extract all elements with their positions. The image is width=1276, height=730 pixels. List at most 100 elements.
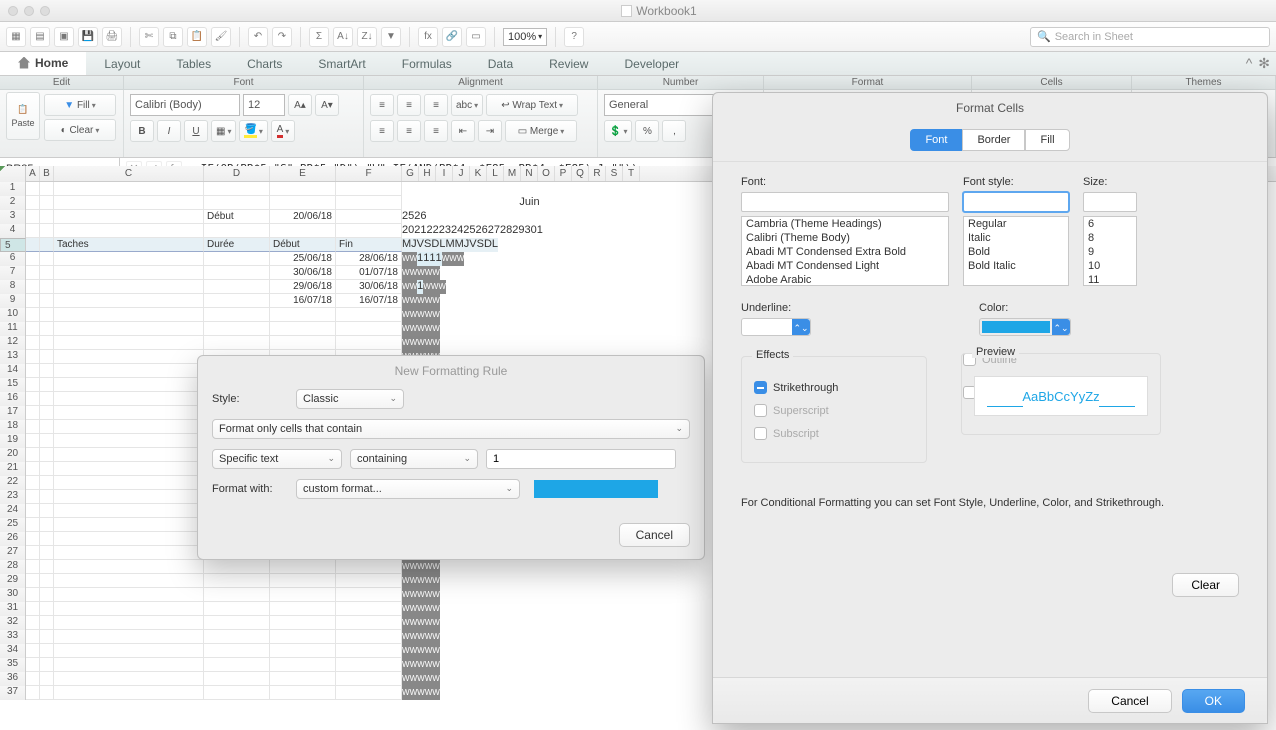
cell[interactable]	[336, 336, 402, 350]
cell[interactable]: Début	[204, 210, 270, 224]
search-input[interactable]: 🔍 Search in Sheet	[1030, 27, 1270, 47]
cell[interactable]	[336, 644, 402, 658]
cell[interactable]	[26, 406, 40, 420]
gantt-cell[interactable]	[432, 322, 440, 336]
fontstyle-list[interactable]: RegularItalicBoldBold Italic	[963, 216, 1069, 286]
indent-inc-button[interactable]: ⇥	[478, 120, 502, 142]
col-C[interactable]: C	[54, 166, 204, 181]
condition-value-input[interactable]	[486, 449, 676, 469]
cell[interactable]	[40, 308, 54, 322]
cell[interactable]	[26, 182, 40, 196]
gantt-cell[interactable]: S	[424, 238, 431, 252]
gantt-cell[interactable]	[432, 588, 440, 602]
cell[interactable]	[26, 532, 40, 546]
gantt-cell[interactable]	[425, 602, 433, 616]
row-head[interactable]: 13	[0, 350, 26, 364]
cell[interactable]: 29/06/18	[270, 280, 336, 294]
paste-button[interactable]: 📋Paste	[6, 92, 40, 140]
cell[interactable]	[204, 574, 270, 588]
clear-button[interactable]: Clear	[1172, 573, 1239, 597]
gantt-cell[interactable]	[410, 616, 418, 630]
cell[interactable]	[54, 280, 204, 294]
gantt-cell[interactable]	[402, 686, 410, 700]
copy-icon[interactable]: ⧉	[163, 27, 183, 47]
cell[interactable]	[204, 686, 270, 700]
cell[interactable]	[54, 196, 204, 210]
cell[interactable]	[54, 462, 204, 476]
hyper-icon[interactable]: 🔗	[442, 27, 462, 47]
gantt-cell[interactable]	[402, 616, 410, 630]
cell[interactable]	[54, 378, 204, 392]
gantt-cell[interactable]	[425, 686, 433, 700]
col-D[interactable]: D	[204, 166, 270, 181]
cell[interactable]	[336, 560, 402, 574]
shrink-font-button[interactable]: A▾	[315, 94, 339, 116]
cell[interactable]	[204, 294, 270, 308]
row-head[interactable]: 11	[0, 322, 26, 336]
cell[interactable]	[54, 574, 204, 588]
gantt-cell[interactable]	[402, 336, 410, 350]
gantt-cell[interactable]: L	[492, 238, 498, 252]
sort-desc-icon[interactable]: Z↓	[357, 27, 377, 47]
gantt-cell[interactable]	[417, 658, 425, 672]
cell[interactable]	[40, 238, 54, 252]
row-head[interactable]: 16	[0, 392, 26, 406]
gantt-cell[interactable]	[410, 308, 418, 322]
cell[interactable]	[336, 196, 402, 210]
row-head[interactable]: 15	[0, 378, 26, 392]
cell[interactable]	[26, 322, 40, 336]
gantt-cell[interactable]	[410, 336, 418, 350]
row-head[interactable]: 21	[0, 462, 26, 476]
cell[interactable]	[270, 588, 336, 602]
cell[interactable]	[26, 644, 40, 658]
font-size-select[interactable]: 12	[243, 94, 285, 116]
cell[interactable]: 20/06/18	[270, 210, 336, 224]
gantt-cell[interactable]	[410, 266, 418, 280]
cell[interactable]	[26, 224, 40, 238]
cell[interactable]	[26, 238, 40, 252]
cell[interactable]	[26, 336, 40, 350]
style-select[interactable]: Classic ⌄	[296, 389, 404, 409]
row-head[interactable]: 19	[0, 434, 26, 448]
cell[interactable]: 30/06/18	[336, 280, 402, 294]
fontstyle-input[interactable]	[963, 192, 1069, 212]
gantt-cell[interactable]	[410, 602, 418, 616]
sort-asc-icon[interactable]: A↓	[333, 27, 353, 47]
cell[interactable]	[54, 420, 204, 434]
gantt-cell[interactable]	[417, 686, 425, 700]
row-head[interactable]: 7	[0, 266, 26, 280]
tab-font[interactable]: Font	[910, 129, 962, 151]
row-head[interactable]: 20	[0, 448, 26, 462]
cell[interactable]	[26, 252, 40, 266]
row-head[interactable]: 4	[0, 224, 26, 238]
gantt-cell[interactable]	[432, 658, 440, 672]
cell[interactable]	[40, 490, 54, 504]
cell[interactable]	[336, 588, 402, 602]
cell[interactable]	[270, 560, 336, 574]
cell[interactable]	[26, 308, 40, 322]
row-head[interactable]: 23	[0, 490, 26, 504]
fx-icon[interactable]: fx	[418, 27, 438, 47]
underline-button[interactable]: U	[184, 120, 208, 142]
gantt-cell[interactable]: 25	[463, 224, 475, 238]
gantt-cell[interactable]	[425, 336, 433, 350]
gantt-cell[interactable]	[402, 644, 410, 658]
cell[interactable]	[26, 616, 40, 630]
gantt-cell[interactable]	[432, 672, 440, 686]
cell[interactable]	[204, 560, 270, 574]
gantt-cell[interactable]	[402, 560, 410, 574]
filter-icon[interactable]: ▼	[381, 27, 401, 47]
gantt-cell[interactable]	[410, 280, 418, 294]
currency-button[interactable]: 💲▾	[604, 120, 632, 142]
gantt-cell[interactable]: V	[417, 238, 424, 252]
gantt-cell[interactable]	[432, 336, 440, 350]
cell[interactable]	[26, 518, 40, 532]
gantt-cell[interactable]	[402, 588, 410, 602]
gear-icon[interactable]: ✻	[1258, 55, 1270, 72]
cell[interactable]	[40, 420, 54, 434]
cell[interactable]	[54, 588, 204, 602]
tab-tables[interactable]: Tables	[158, 52, 229, 75]
gantt-cell[interactable]	[442, 252, 450, 266]
gantt-cell[interactable]	[425, 574, 433, 588]
cell[interactable]	[40, 280, 54, 294]
